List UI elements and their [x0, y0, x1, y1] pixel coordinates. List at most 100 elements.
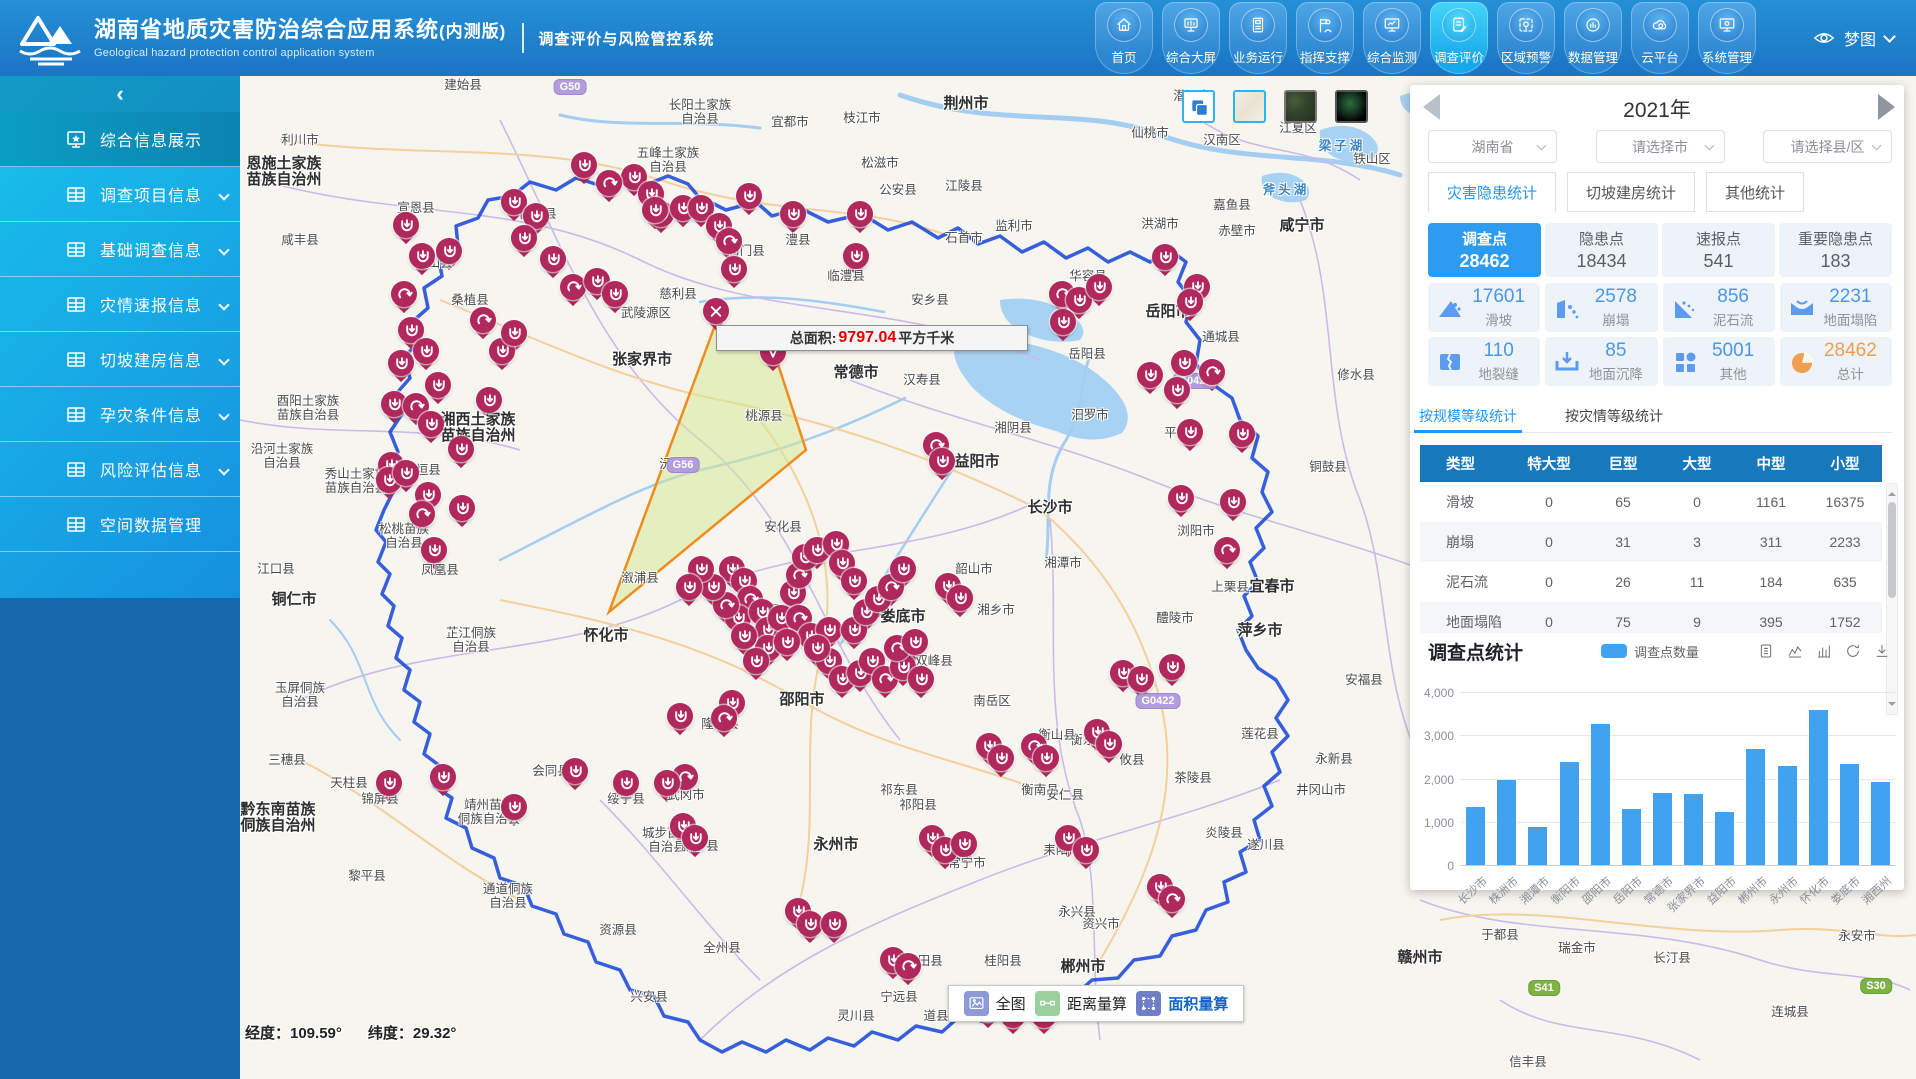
table-row[interactable]: 崩塌03133112233: [1420, 522, 1882, 562]
map-marker-c[interactable]: [470, 307, 496, 333]
map-marker-c[interactable]: [1159, 886, 1185, 912]
sidebar-item-孕灾条件信息[interactable]: 孕灾条件信息: [0, 387, 240, 442]
map-marker-c[interactable]: [596, 170, 622, 196]
hazard-card-地面塌陷[interactable]: 2231 地面塌陷: [1780, 283, 1892, 332]
map-marker-u[interactable]: [1050, 309, 1076, 335]
map-marker-u[interactable]: [1033, 745, 1059, 771]
map-marker-c[interactable]: [711, 705, 737, 731]
map-marker-u[interactable]: [421, 537, 447, 563]
map-marker-c[interactable]: [560, 274, 586, 300]
map-marker-u[interactable]: [511, 225, 537, 251]
map-marker-u[interactable]: [540, 246, 566, 272]
region-select-2[interactable]: 请选择县/区: [1763, 130, 1892, 163]
map-marker-u[interactable]: [1159, 654, 1185, 680]
hazard-card-地面沉降[interactable]: 85 地面沉降: [1545, 337, 1657, 386]
bar-株洲市[interactable]: [1497, 780, 1516, 865]
user-area[interactable]: 梦图: [1813, 0, 1894, 76]
map-marker-u[interactable]: [902, 629, 928, 655]
map-marker-u[interactable]: [413, 338, 439, 364]
map-marker-u[interactable]: [654, 770, 680, 796]
map-marker-u[interactable]: [393, 460, 419, 486]
bar-益阳市[interactable]: [1715, 812, 1734, 865]
map-marker-u[interactable]: [1171, 350, 1197, 376]
summary-card-重要隐患点[interactable]: 重要隐患点 183: [1779, 223, 1892, 277]
map-marker-u[interactable]: [774, 629, 800, 655]
map-marker-u[interactable]: [1137, 362, 1163, 388]
map-marker-u[interactable]: [841, 568, 867, 594]
sidebar-item-风险评估信息[interactable]: 风险评估信息: [0, 442, 240, 497]
map-marker-u[interactable]: [780, 201, 806, 227]
hazard-card-崩塌[interactable]: 2578 崩塌: [1545, 283, 1657, 332]
bar-邵阳市[interactable]: [1591, 724, 1610, 865]
bar-张家界市[interactable]: [1684, 794, 1703, 865]
map-marker-u[interactable]: [847, 201, 873, 227]
map-marker-u[interactable]: [1096, 731, 1122, 757]
eye-icon[interactable]: [1813, 27, 1835, 49]
bar-郴州市[interactable]: [1746, 749, 1765, 865]
hazard-card-地裂缝[interactable]: 110 地裂缝: [1428, 337, 1540, 386]
bar-常德市[interactable]: [1653, 793, 1672, 865]
scrollbar-thumb[interactable]: [1888, 502, 1896, 598]
nav-item-screen[interactable]: 综合大屏: [1162, 2, 1220, 74]
map-marker-u[interactable]: [1177, 289, 1203, 315]
map-marker-u[interactable]: [676, 574, 702, 600]
summary-card-速报点[interactable]: 速报点 541: [1662, 223, 1775, 277]
map-marker-u[interactable]: [476, 387, 502, 413]
map-marker-x[interactable]: [703, 298, 729, 324]
map-marker-u[interactable]: [951, 831, 977, 857]
download-icon[interactable]: [1874, 643, 1890, 659]
tab-其他统计[interactable]: 其他统计: [1706, 172, 1804, 212]
map-marker-u[interactable]: [448, 436, 474, 462]
map-marker-c[interactable]: [895, 953, 921, 979]
chevron-down-icon[interactable]: [1883, 30, 1896, 43]
nav-item-system[interactable]: 系统管理: [1698, 2, 1756, 74]
map-marker-u[interactable]: [1073, 837, 1099, 863]
bar-chart-icon[interactable]: [1816, 643, 1832, 659]
map-marker-u[interactable]: [1128, 666, 1154, 692]
map-marker-c[interactable]: [716, 228, 742, 254]
sidebar-item-基础调查信息[interactable]: 基础调查信息: [0, 222, 240, 277]
summary-card-隐患点[interactable]: 隐患点 18434: [1545, 223, 1658, 277]
table-row[interactable]: 滑坡0650116116375: [1420, 482, 1882, 522]
nav-item-home[interactable]: 首页: [1095, 2, 1153, 74]
hazard-card-泥石流[interactable]: 856 泥石流: [1663, 283, 1775, 332]
nav-item-data[interactable]: 数据管理: [1564, 2, 1622, 74]
bar-怀化市[interactable]: [1809, 710, 1828, 865]
map-marker-u[interactable]: [731, 623, 757, 649]
tab-灾害隐患统计[interactable]: 灾害隐患统计: [1428, 172, 1556, 212]
sidebar-item-灾情速报信息[interactable]: 灾情速报信息: [0, 277, 240, 332]
layers-icon[interactable]: [1182, 90, 1215, 123]
map-marker-u[interactable]: [988, 745, 1014, 771]
map-marker-u[interactable]: [1152, 244, 1178, 270]
nav-item-command[interactable]: 指挥支撑: [1296, 2, 1354, 74]
map-marker-u[interactable]: [947, 585, 973, 611]
refresh-icon[interactable]: [1845, 643, 1861, 659]
nav-item-region[interactable]: 区域预警: [1497, 2, 1555, 74]
map-marker-u[interactable]: [642, 197, 668, 223]
map-marker-u[interactable]: [501, 320, 527, 346]
subtab-按规模等级统计[interactable]: 按规模等级统计: [1414, 400, 1522, 432]
map-marker-u[interactable]: [602, 281, 628, 307]
map-marker-u[interactable]: [418, 411, 444, 437]
globe-thumbnail[interactable]: [1335, 90, 1368, 123]
sidebar-collapse-button[interactable]: ‹: [0, 76, 240, 112]
map-marker-u[interactable]: [562, 758, 588, 784]
map-marker-u[interactable]: [843, 243, 869, 269]
map-marker-u[interactable]: [736, 183, 762, 209]
street-thumbnail[interactable]: [1233, 90, 1266, 123]
data-view-icon[interactable]: [1758, 643, 1774, 659]
map-marker-u[interactable]: [1164, 377, 1190, 403]
map-marker-u[interactable]: [908, 666, 934, 692]
bar-长沙市[interactable]: [1466, 807, 1485, 865]
bar-湘西州[interactable]: [1871, 782, 1890, 865]
map-marker-u[interactable]: [571, 152, 597, 178]
sidebar-item-综合信息展示[interactable]: 综合信息展示: [0, 112, 240, 167]
bar-永州市[interactable]: [1778, 766, 1797, 865]
map-marker-u[interactable]: [1177, 419, 1203, 445]
map-marker-u[interactable]: [1168, 485, 1194, 511]
table-row[interactable]: 地面塌陷07593951752: [1420, 602, 1882, 633]
map-marker-u[interactable]: [501, 794, 527, 820]
map-marker-u[interactable]: [613, 770, 639, 796]
satellite-thumbnail[interactable]: [1284, 90, 1317, 123]
map-marker-u[interactable]: [721, 256, 747, 282]
